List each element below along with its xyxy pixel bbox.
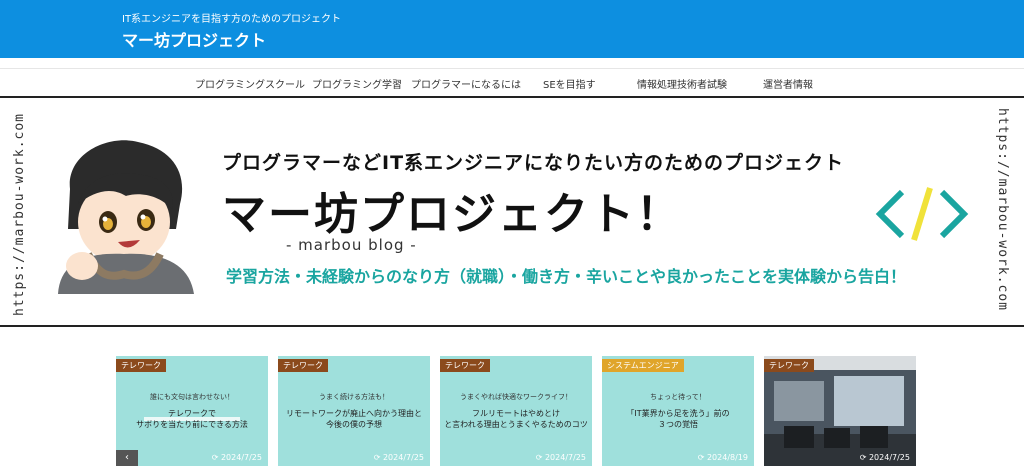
category-badge[interactable]: システムエンジニア xyxy=(602,359,684,372)
banner-headline: プログラマーなどIT系エンジニアになりたい方のためのプロジェクト xyxy=(222,152,845,174)
site-title[interactable]: マー坊プロジェクト xyxy=(122,27,266,51)
banner-title: マー坊プロジェクト！ xyxy=(222,189,682,240)
nav-item-become-programmer[interactable]: プログラマーになるには xyxy=(411,76,521,91)
article-card[interactable]: システムエンジニア ちょっと待って！ 「IT業界から足を洗う」前の ３つの覚悟 … xyxy=(602,356,754,466)
category-badge[interactable]: テレワーク xyxy=(278,359,328,372)
chevron-left-icon[interactable]: ‹ xyxy=(116,450,138,466)
card-date: ⟳ 2024/8/19 xyxy=(697,453,748,462)
card-title-line2: サボりを当たり前にできる方法 xyxy=(136,420,248,429)
site-header: IT系エンジニアを目指す方のためのプロジェクト マー坊プロジェクト xyxy=(0,0,1024,58)
card-date-text: 2024/7/25 xyxy=(382,453,424,462)
office-photo xyxy=(764,356,916,466)
character-avatar xyxy=(58,140,194,294)
card-title-line1: フルリモートはやめとけ xyxy=(472,409,560,418)
card-title-line1: 「IT業界から足を洗う」前の xyxy=(626,409,730,418)
card-title-line2: と言われる理由とうまくやるためのコツ xyxy=(444,420,588,429)
card-title-line1: リモートワークが廃止へ向かう理由と xyxy=(286,409,422,418)
card-date: ⟳ 2024/7/25 xyxy=(535,453,586,462)
card-title-line2: 今後の僕の予想 xyxy=(326,420,382,429)
card-lead: うまく続ける方法も！ xyxy=(319,393,389,401)
card-date: ⟳ 2024/7/25 xyxy=(373,453,424,462)
card-date-text: 2024/7/25 xyxy=(868,453,910,462)
article-card[interactable]: テレワーク うまくやれば快適なワークライフ！ フルリモートはやめとけ と言われる… xyxy=(440,356,592,466)
card-lead: うまくやれば快適なワークライフ！ xyxy=(460,393,572,401)
nav-item-operator-info[interactable]: 運営者情報 xyxy=(763,76,813,91)
category-badge[interactable]: テレワーク xyxy=(440,359,490,372)
nav-item-it-exam[interactable]: 情報処理技術者試験 xyxy=(637,76,727,91)
nav-item-programming-study[interactable]: プログラミング学習 xyxy=(312,76,402,91)
site-tagline: IT系エンジニアを目指す方のためのプロジェクト xyxy=(122,14,342,25)
article-card[interactable]: テレワーク ⟳ 2024/7/25 xyxy=(764,356,916,466)
banner-subtitle: - marbou blog - xyxy=(286,236,417,254)
card-date: ⟳ 2024/7/25 xyxy=(211,453,262,462)
card-date-text: 2024/8/19 xyxy=(706,453,748,462)
code-brackets-icon xyxy=(875,187,969,241)
card-lead: ちょっと待って！ xyxy=(650,393,706,401)
article-card[interactable]: テレワーク うまく続ける方法も！ リモートワークが廃止へ向かう理由と 今後の僕の… xyxy=(278,356,430,466)
article-card[interactable]: テレワーク 誰にも文句は言わせない！ テレワークで サボりを当たり前にできる方法… xyxy=(116,356,268,466)
hero-banner[interactable]: https://marbou-work.com https://marbou-w… xyxy=(0,96,1024,327)
nav-item-aim-se[interactable]: SEを目指す xyxy=(543,76,596,91)
card-lead: 誰にも文句は言わせない！ xyxy=(150,393,234,401)
nav-item-programming-school[interactable]: プログラミングスクール xyxy=(195,76,305,91)
banner-url-right: https://marbou-work.com xyxy=(995,108,1010,312)
card-title-line2: ３つの覚悟 xyxy=(658,420,698,429)
banner-description: 学習方法・未経験からのなり方（就職）・働き方・辛いことや良かったことを実体験から… xyxy=(226,267,907,286)
category-badge[interactable]: テレワーク xyxy=(764,359,814,372)
card-date-text: 2024/7/25 xyxy=(544,453,586,462)
category-badge[interactable]: テレワーク xyxy=(116,359,166,372)
card-date: ⟳ 2024/7/25 xyxy=(859,453,910,462)
banner-url-left: https://marbou-work.com xyxy=(12,112,27,316)
global-nav: プログラミングスクール プログラミング学習 プログラマーになるには SEを目指す… xyxy=(0,68,1024,95)
card-date-text: 2024/7/25 xyxy=(220,453,262,462)
